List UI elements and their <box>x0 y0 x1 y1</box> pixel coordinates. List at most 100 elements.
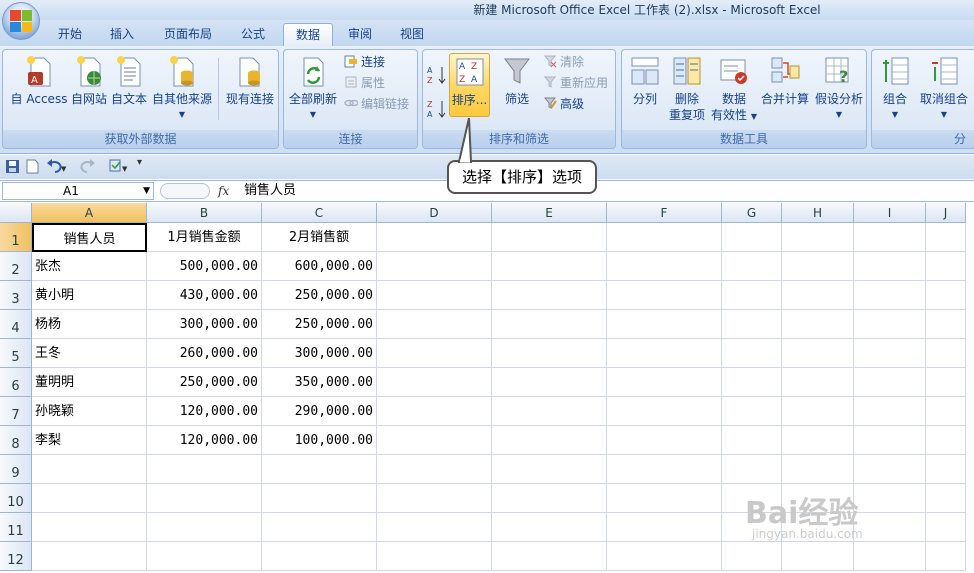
cell-b2[interactable]: 500,000.00 <box>147 252 262 281</box>
cell-h9[interactable] <box>782 455 854 484</box>
ungroup-button[interactable]: 取消组合 ▼ <box>916 54 972 123</box>
cell-d11[interactable] <box>377 513 492 542</box>
cell-d8[interactable] <box>377 426 492 455</box>
cell-i4[interactable] <box>854 310 926 339</box>
cell-j8[interactable] <box>926 426 966 455</box>
column-header-b[interactable]: B <box>147 203 262 223</box>
new-document-icon[interactable] <box>26 159 39 177</box>
consolidate-button[interactable]: 合并计算 <box>759 54 811 107</box>
cell-c1[interactable]: 2月销售额 <box>262 223 377 252</box>
cell-g8[interactable] <box>722 426 782 455</box>
cell-e4[interactable] <box>492 310 607 339</box>
cell-e5[interactable] <box>492 339 607 368</box>
tab-formulas[interactable]: 公式 <box>229 23 277 46</box>
cell-b7[interactable]: 120,000.00 <box>147 397 262 426</box>
from-other-sources-button[interactable]: 自其他来源 ▼ <box>149 54 215 123</box>
cell-e10[interactable] <box>492 484 607 513</box>
cell-b6[interactable]: 250,000.00 <box>147 368 262 397</box>
from-web-button[interactable]: 自网站 <box>69 54 109 107</box>
cell-c5[interactable]: 300,000.00 <box>262 339 377 368</box>
active-cell-a1[interactable]: 销售人员 <box>32 223 147 252</box>
cell-f6[interactable] <box>607 368 722 397</box>
cell-h8[interactable] <box>782 426 854 455</box>
tab-home[interactable]: 开始 <box>46 23 94 46</box>
cell-h4[interactable] <box>782 310 854 339</box>
cell-c3[interactable]: 250,000.00 <box>262 281 377 310</box>
column-header-c[interactable]: C <box>262 203 377 223</box>
sort-descending-button[interactable]: ZA <box>427 98 447 119</box>
tab-view[interactable]: 视图 <box>388 23 436 46</box>
cell-i2[interactable] <box>854 252 926 281</box>
cell-b11[interactable] <box>147 513 262 542</box>
cell-g2[interactable] <box>722 252 782 281</box>
cell-f2[interactable] <box>607 252 722 281</box>
row-header-3[interactable]: 3 <box>0 281 32 310</box>
cell-i12[interactable] <box>854 542 926 571</box>
cell-j6[interactable] <box>926 368 966 397</box>
cell-a7[interactable]: 孙晓颖 <box>32 397 147 426</box>
cell-j9[interactable] <box>926 455 966 484</box>
cell-c11[interactable] <box>262 513 377 542</box>
cell-i8[interactable] <box>854 426 926 455</box>
cell-j5[interactable] <box>926 339 966 368</box>
insert-function-icon[interactable]: fx <box>218 182 238 200</box>
cell-a9[interactable] <box>32 455 147 484</box>
cell-h7[interactable] <box>782 397 854 426</box>
cell-c7[interactable]: 290,000.00 <box>262 397 377 426</box>
cell-f5[interactable] <box>607 339 722 368</box>
cell-a10[interactable] <box>32 484 147 513</box>
cell-d1[interactable] <box>377 223 492 252</box>
group-button[interactable]: 组合 ▼ <box>878 54 912 123</box>
column-header-i[interactable]: I <box>854 203 926 223</box>
formula-input[interactable]: 销售人员 <box>244 182 296 200</box>
tab-page-layout[interactable]: 页面布局 <box>152 23 224 46</box>
cell-e3[interactable] <box>492 281 607 310</box>
column-header-j[interactable]: J <box>926 203 966 223</box>
cell-c2[interactable]: 600,000.00 <box>262 252 377 281</box>
cell-i1[interactable] <box>854 223 926 252</box>
sort-button[interactable]: AZZA 排序... <box>449 53 490 117</box>
cell-g1[interactable] <box>722 223 782 252</box>
cell-b5[interactable]: 260,000.00 <box>147 339 262 368</box>
cell-b4[interactable]: 300,000.00 <box>147 310 262 339</box>
column-header-g[interactable]: G <box>722 203 782 223</box>
row-header-8[interactable]: 8 <box>0 426 32 455</box>
column-header-a[interactable]: A <box>32 203 147 223</box>
cell-e2[interactable] <box>492 252 607 281</box>
cell-d6[interactable] <box>377 368 492 397</box>
cell-j11[interactable] <box>926 513 966 542</box>
cell-h6[interactable] <box>782 368 854 397</box>
column-header-d[interactable]: D <box>377 203 492 223</box>
formula-bar-resize-handle[interactable] <box>160 183 210 199</box>
cell-h5[interactable] <box>782 339 854 368</box>
cell-h3[interactable] <box>782 281 854 310</box>
connections-button[interactable]: 连接 <box>344 53 385 71</box>
cell-a5[interactable]: 王冬 <box>32 339 147 368</box>
cell-f4[interactable] <box>607 310 722 339</box>
cell-j1[interactable] <box>926 223 966 252</box>
cell-d2[interactable] <box>377 252 492 281</box>
data-validation-button[interactable]: 数据 有效性 ▼ <box>710 54 758 125</box>
tab-data[interactable]: 数据 <box>283 23 334 46</box>
cell-i6[interactable] <box>854 368 926 397</box>
cell-a2[interactable]: 张杰 <box>32 252 147 281</box>
sort-quick-icon[interactable]: ▼ <box>108 158 130 177</box>
cell-f10[interactable] <box>607 484 722 513</box>
cell-f11[interactable] <box>607 513 722 542</box>
chevron-down-icon[interactable]: ▼ <box>143 183 150 199</box>
cell-b10[interactable] <box>147 484 262 513</box>
cell-g5[interactable] <box>722 339 782 368</box>
cell-d4[interactable] <box>377 310 492 339</box>
cell-i9[interactable] <box>854 455 926 484</box>
cell-h12[interactable] <box>782 542 854 571</box>
cell-a4[interactable]: 杨杨 <box>32 310 147 339</box>
row-header-12[interactable]: 12 <box>0 542 32 571</box>
cell-c8[interactable]: 100,000.00 <box>262 426 377 455</box>
customize-qat-icon[interactable]: ▾ <box>137 157 142 168</box>
cell-a6[interactable]: 董明明 <box>32 368 147 397</box>
what-if-analysis-button[interactable]: ? 假设分析 ▼ <box>812 54 866 123</box>
cell-b3[interactable]: 430,000.00 <box>147 281 262 310</box>
cell-f8[interactable] <box>607 426 722 455</box>
column-header-e[interactable]: E <box>492 203 607 223</box>
row-header-2[interactable]: 2 <box>0 252 32 281</box>
